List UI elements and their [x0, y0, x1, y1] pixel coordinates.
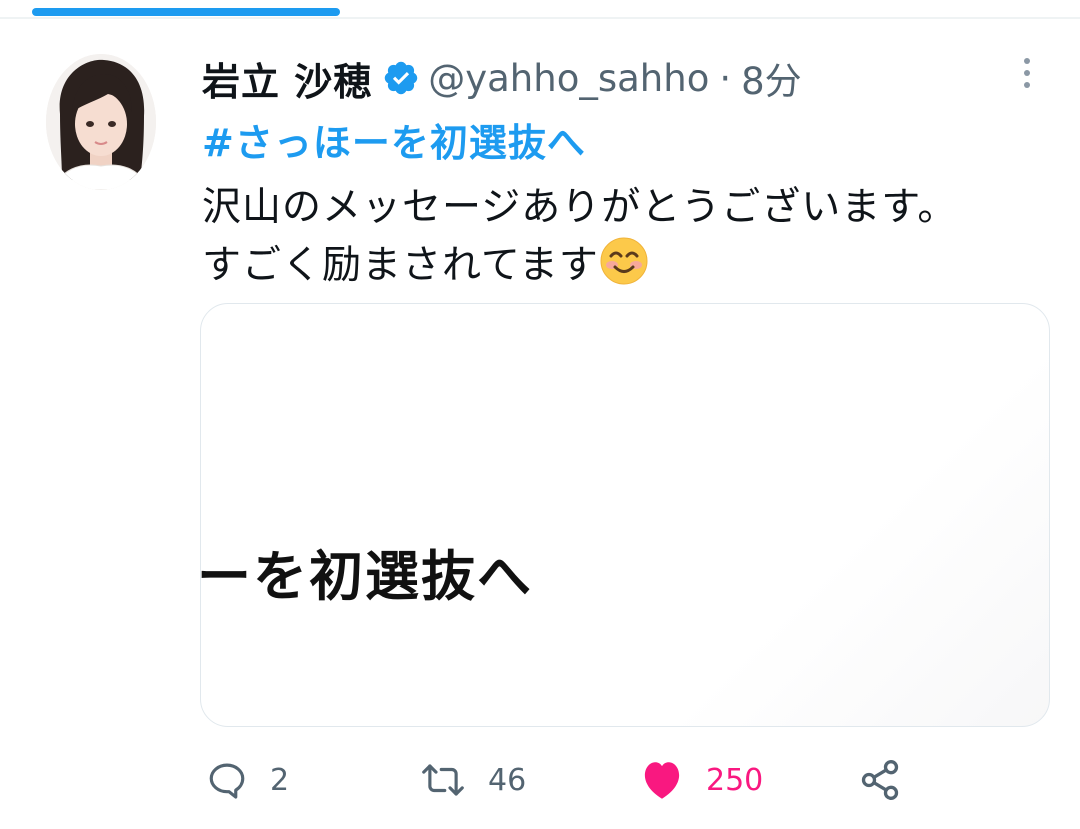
tweet-timestamp[interactable]: 8分 [741, 51, 802, 105]
avatar[interactable] [46, 54, 156, 190]
smiling-face-emoji-icon [599, 236, 649, 286]
share-button[interactable] [858, 750, 902, 810]
like-button[interactable]: 250 [640, 750, 763, 810]
share-icon [858, 758, 902, 802]
tweet-detail-screen: 岩立 沙穂 @yahho_sahho · 8分 #さっほーを初選抜へ 沢山のメッ… [0, 0, 1080, 829]
reply-button[interactable]: 2 [206, 750, 289, 810]
author-display-name[interactable]: 岩立 沙穂 [202, 51, 372, 106]
tweet-text-line-1: 沢山のメッセージありがとうございます。 [202, 185, 958, 230]
reply-icon [206, 759, 248, 801]
progress-track [0, 17, 1080, 19]
action-bar: 2 46 250 [0, 750, 1080, 810]
retweet-count: 46 [488, 762, 527, 798]
media-image[interactable]: ーを初選抜へ [200, 303, 1050, 727]
tweet-header: 岩立 沙穂 @yahho_sahho · 8分 [202, 51, 802, 105]
loading-progress-bar [32, 8, 340, 16]
tweet-text-line-2: すごく励まされてます [202, 234, 649, 290]
retweet-button[interactable]: 46 [420, 750, 526, 810]
reply-count: 2 [270, 762, 290, 798]
more-vertical-icon[interactable] [1018, 56, 1036, 90]
author-handle[interactable]: @yahho_sahho [428, 57, 709, 100]
media-image-text: ーを初選抜へ [200, 545, 533, 608]
verified-badge-icon [382, 59, 420, 97]
avatar-image [46, 54, 156, 190]
heart-icon [640, 759, 684, 801]
hashtag-link[interactable]: #さっほーを初選抜へ [202, 112, 586, 167]
tweet-text-line-2-text: すごく励まされてます [202, 243, 599, 288]
separator-dot: · [719, 56, 732, 100]
retweet-icon [420, 759, 466, 801]
like-count: 250 [706, 762, 764, 798]
